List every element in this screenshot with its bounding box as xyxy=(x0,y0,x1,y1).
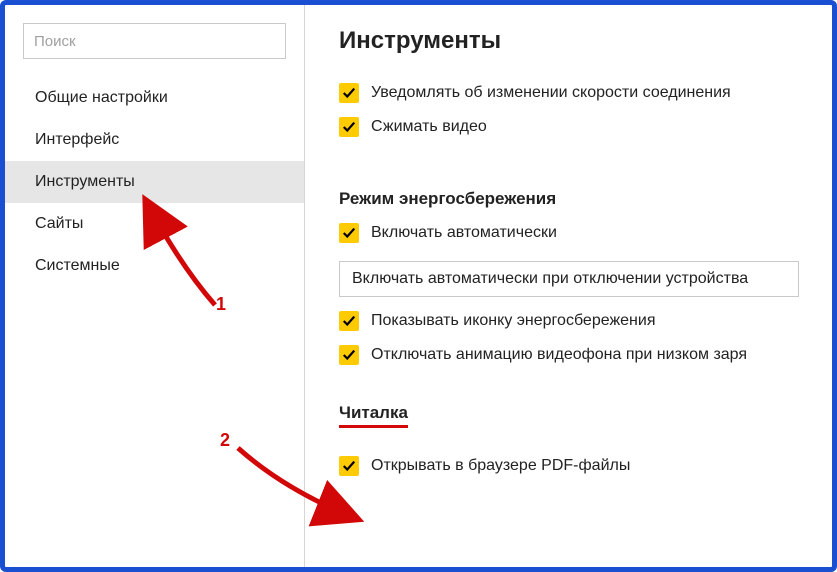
check-icon xyxy=(342,86,356,100)
check-icon xyxy=(342,120,356,134)
option-row: Уведомлять об изменении скорости соедине… xyxy=(339,83,832,103)
option-label: Сжимать видео xyxy=(371,118,487,136)
check-icon xyxy=(342,348,356,362)
option-row: Сжимать видео xyxy=(339,117,832,137)
option-label: Отключать анимацию видеофона при низком … xyxy=(371,346,747,364)
option-label: Включать автоматически xyxy=(371,224,557,242)
check-icon xyxy=(342,314,356,328)
sidebar-item-label: Инструменты xyxy=(35,173,135,190)
sidebar-item-label: Системные xyxy=(35,257,120,274)
select-value: Включать автоматически при отключении ус… xyxy=(352,270,748,287)
check-icon xyxy=(342,226,356,240)
option-label: Открывать в браузере PDF-файлы xyxy=(371,457,630,475)
annotation-number-1: 1 xyxy=(216,294,226,315)
section-title-reader: Читалка xyxy=(339,403,408,428)
option-row: Отключать анимацию видеофона при низком … xyxy=(339,345,832,365)
settings-window: Общие настройки Интерфейс Инструменты Са… xyxy=(0,0,837,572)
option-row: Включать автоматически xyxy=(339,223,832,243)
sidebar-item-sites[interactable]: Сайты xyxy=(5,203,304,245)
sidebar-nav: Общие настройки Интерфейс Инструменты Са… xyxy=(5,77,304,287)
page-title: Инструменты xyxy=(339,27,832,55)
sidebar-item-interface[interactable]: Интерфейс xyxy=(5,119,304,161)
check-icon xyxy=(342,459,356,473)
energy-mode-select[interactable]: Включать автоматически при отключении ус… xyxy=(339,261,799,297)
checkbox-compress-video[interactable] xyxy=(339,117,359,137)
section-title-energy: Режим энергосбережения xyxy=(339,189,556,209)
annotation-number-2: 2 xyxy=(220,430,230,451)
option-label: Показывать иконку энергосбережения xyxy=(371,312,655,330)
content: Инструменты Уведомлять об изменении скор… xyxy=(305,5,832,567)
search-input[interactable] xyxy=(23,23,286,59)
checkbox-energy-icon[interactable] xyxy=(339,311,359,331)
checkbox-reader-pdf[interactable] xyxy=(339,456,359,476)
sidebar-item-system[interactable]: Системные xyxy=(5,245,304,287)
sidebar-item-general[interactable]: Общие настройки xyxy=(5,77,304,119)
sidebar-item-label: Сайты xyxy=(35,215,83,232)
checkbox-notify-speed[interactable] xyxy=(339,83,359,103)
option-row: Показывать иконку энергосбережения xyxy=(339,311,832,331)
search-wrap xyxy=(5,23,304,77)
checkbox-energy-anim[interactable] xyxy=(339,345,359,365)
checkbox-energy-auto[interactable] xyxy=(339,223,359,243)
sidebar-item-tools[interactable]: Инструменты xyxy=(5,161,304,203)
sidebar-item-label: Интерфейс xyxy=(35,131,119,148)
sidebar: Общие настройки Интерфейс Инструменты Са… xyxy=(5,5,305,567)
option-row: Открывать в браузере PDF-файлы xyxy=(339,456,832,476)
sidebar-item-label: Общие настройки xyxy=(35,89,168,106)
option-label: Уведомлять об изменении скорости соедине… xyxy=(371,84,731,102)
